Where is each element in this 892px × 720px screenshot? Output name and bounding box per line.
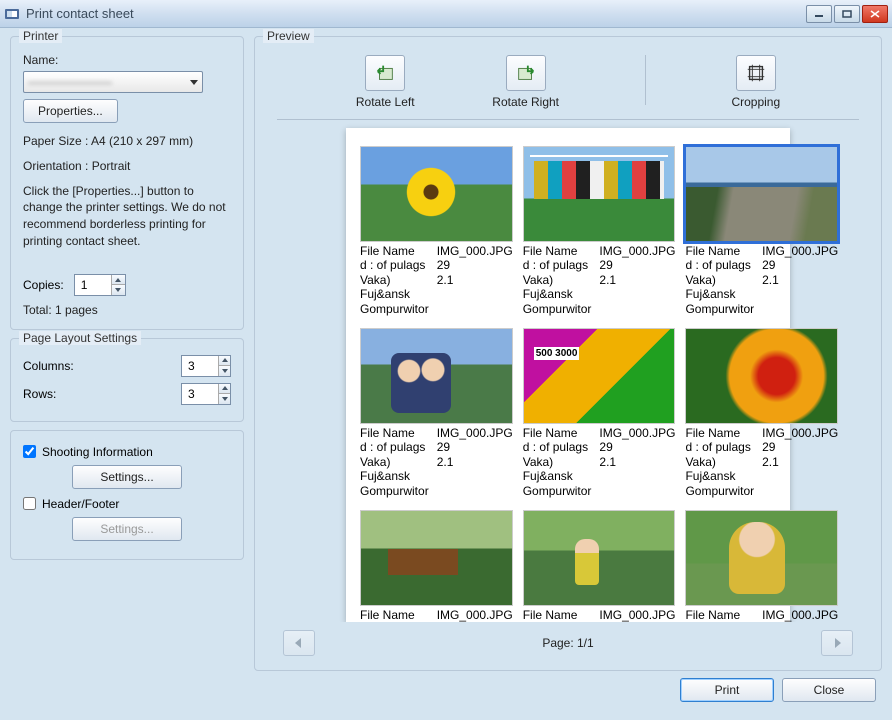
thumb-cell[interactable]: File Named : of pulags Vaka)Fuj&ansk Gom… [360, 146, 513, 316]
thumb-cell[interactable]: File Named : of pulags Vaka)Fuj&ansk Gom… [523, 328, 676, 498]
preview-legend: Preview [263, 29, 314, 43]
copies-label: Copies: [23, 278, 64, 292]
thumb-cell[interactable]: File Named : of pulags Vaka)Fuj&ansk Gom… [685, 146, 838, 316]
dialog-footer: Print Close [0, 670, 892, 710]
paper-size-text: Paper Size : A4 (210 x 297 mm) [23, 133, 231, 150]
thumb-info: File Named : of pulags Vaka)Fuj&ansk Gom… [360, 244, 513, 316]
page-preview-area: File Named : of pulags Vaka)Fuj&ansk Gom… [267, 120, 869, 622]
thumb-image [685, 328, 838, 424]
shooting-info-settings-button[interactable]: Settings... [72, 465, 182, 489]
thumb-info: File Named : of pulags Vaka)Fuj&ansk Gom… [685, 244, 838, 316]
preview-group: Preview Rotate Left Rotate Right [254, 36, 882, 671]
maximize-button[interactable] [834, 5, 860, 23]
columns-down[interactable] [219, 366, 230, 376]
rows-input[interactable] [182, 387, 218, 401]
rows-spinner[interactable] [181, 383, 231, 405]
contact-sheet-page: File Named : of pulags Vaka)Fuj&ansk Gom… [346, 128, 790, 622]
window-title: Print contact sheet [26, 6, 806, 21]
header-footer-settings-button: Settings... [72, 517, 182, 541]
thumb-cell[interactable]: File Named : of pulags Vaka)Fuj&ansk Gom… [360, 510, 513, 622]
printer-name-value: ——————— [28, 75, 112, 89]
total-pages-text: Total: 1 pages [23, 302, 231, 319]
cropping-label: Cropping [731, 95, 780, 109]
copies-down[interactable] [112, 285, 125, 295]
columns-label: Columns: [23, 359, 74, 373]
close-button[interactable] [862, 5, 888, 23]
thumb-cell[interactable]: File Named : of pulags Vaka)Fuj&ansk Gom… [685, 510, 838, 622]
rotate-right-button[interactable] [506, 55, 546, 91]
toolbar-separator [645, 55, 646, 105]
thumb-info: File Named : of pulags Vaka)Fuj&ansk Gom… [685, 608, 838, 622]
thumb-image-selected [685, 146, 838, 242]
thumb-info: File Named : of pulags Vaka)Fuj&ansk Gom… [523, 608, 676, 622]
printer-legend: Printer [19, 29, 62, 43]
thumb-image [360, 328, 513, 424]
orientation-text: Orientation : Portrait [23, 158, 231, 175]
thumb-image [523, 146, 676, 242]
columns-spinner[interactable] [181, 355, 231, 377]
header-footer-checkbox[interactable] [23, 497, 36, 510]
prev-page-button[interactable] [283, 630, 315, 656]
close-dialog-button[interactable]: Close [782, 678, 876, 702]
columns-up[interactable] [219, 356, 230, 367]
thumb-image [360, 510, 513, 606]
printer-name-combo[interactable]: ——————— [23, 71, 203, 93]
copies-input[interactable] [75, 278, 111, 292]
minimize-button[interactable] [806, 5, 832, 23]
next-page-button[interactable] [821, 630, 853, 656]
print-button[interactable]: Print [680, 678, 774, 702]
shooting-info-checkbox[interactable] [23, 445, 36, 458]
rows-up[interactable] [219, 384, 230, 395]
thumb-image [523, 328, 676, 424]
thumb-info: File Named : of pulags Vaka)Fuj&ansk Gom… [360, 608, 513, 622]
page-layout-group: Page Layout Settings Columns: Rows: [10, 338, 244, 422]
printer-group: Printer Name: ——————— Properties... Pape… [10, 36, 244, 330]
columns-input[interactable] [182, 359, 218, 373]
thumb-cell[interactable]: File Named : of pulags Vaka)Fuj&ansk Gom… [685, 328, 838, 498]
rows-label: Rows: [23, 387, 56, 401]
properties-button[interactable]: Properties... [23, 99, 118, 123]
options-group: Shooting Information Settings... Header/… [10, 430, 244, 560]
preview-toolbar: Rotate Left Rotate Right Cropping [277, 51, 859, 120]
rotate-left-label: Rotate Left [356, 95, 415, 109]
thumb-info: File Named : of pulags Vaka)Fuj&ansk Gom… [523, 244, 676, 316]
thumb-info: File Named : of pulags Vaka)Fuj&ansk Gom… [685, 426, 838, 498]
shooting-info-label: Shooting Information [42, 445, 153, 459]
thumb-cell[interactable]: File Named : of pulags Vaka)Fuj&ansk Gom… [523, 510, 676, 622]
page-layout-legend: Page Layout Settings [19, 331, 141, 345]
thumb-image [360, 146, 513, 242]
rotate-right-label: Rotate Right [492, 95, 559, 109]
window-controls [806, 5, 888, 23]
printer-help-text: Click the [Properties...] button to chan… [23, 183, 231, 250]
thumb-info: File Named : of pulags Vaka)Fuj&ansk Gom… [360, 426, 513, 498]
printer-name-label: Name: [23, 53, 231, 67]
pager: Page: 1/1 [267, 622, 869, 660]
copies-up[interactable] [112, 275, 125, 286]
rotate-left-button[interactable] [365, 55, 405, 91]
cropping-button[interactable] [736, 55, 776, 91]
header-footer-label: Header/Footer [42, 497, 119, 511]
copies-spinner[interactable] [74, 274, 126, 296]
thumb-cell[interactable]: File Named : of pulags Vaka)Fuj&ansk Gom… [360, 328, 513, 498]
app-icon [4, 6, 20, 22]
thumb-cell[interactable]: File Named : of pulags Vaka)Fuj&ansk Gom… [523, 146, 676, 316]
thumb-image [685, 510, 838, 606]
thumb-image [523, 510, 676, 606]
titlebar: Print contact sheet [0, 0, 892, 28]
page-indicator: Page: 1/1 [542, 636, 593, 650]
rows-down[interactable] [219, 394, 230, 404]
thumb-info: File Named : of pulags Vaka)Fuj&ansk Gom… [523, 426, 676, 498]
